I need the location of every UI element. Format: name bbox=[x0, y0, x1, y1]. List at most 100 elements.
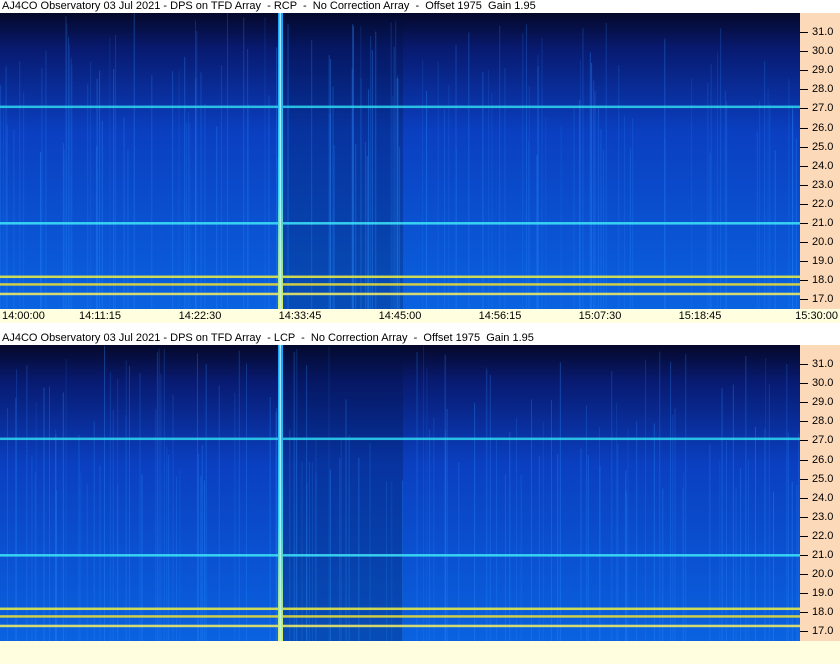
frequency-tick-label: 29.0 bbox=[812, 64, 834, 77]
frequency-tick bbox=[800, 364, 808, 366]
noise-streak bbox=[433, 417, 435, 641]
noise-streak bbox=[370, 36, 372, 309]
frequency-tick bbox=[800, 497, 808, 499]
noise-streak bbox=[748, 459, 750, 641]
noise-streak bbox=[340, 438, 342, 641]
noise-streak bbox=[468, 32, 470, 309]
noise-streak bbox=[287, 24, 289, 309]
noise-streak bbox=[617, 444, 619, 641]
frequency-tick bbox=[800, 459, 808, 461]
noise-streak bbox=[220, 65, 222, 309]
frequency-tick-label: 26.0 bbox=[812, 121, 834, 134]
noise-streak bbox=[339, 457, 341, 641]
noise-streak bbox=[489, 375, 491, 641]
noise-streak bbox=[115, 34, 117, 309]
noise-streak bbox=[662, 488, 664, 641]
noise-streak bbox=[422, 59, 424, 309]
noise-streak bbox=[537, 65, 539, 309]
time-tick-label: 14:00:00 bbox=[2, 310, 45, 322]
time-tick-label: 14:45:00 bbox=[378, 310, 422, 322]
panel-title: AJ4CO Observatory 03 Jul 2021 - DPS on T… bbox=[2, 332, 534, 344]
frequency-tick-label: 24.0 bbox=[812, 491, 834, 504]
frequency-tick bbox=[800, 127, 808, 129]
noise-streak bbox=[109, 37, 111, 309]
noise-streak bbox=[243, 17, 245, 309]
noise-streak bbox=[68, 37, 70, 309]
noise-streak bbox=[133, 13, 135, 309]
noise-streak bbox=[582, 28, 584, 309]
frequency-tick-label: 22.0 bbox=[812, 529, 834, 542]
noise-streak bbox=[41, 67, 43, 309]
noise-streak bbox=[437, 61, 439, 309]
noise-streak bbox=[786, 363, 788, 641]
noise-streak bbox=[328, 346, 330, 641]
noise-streak bbox=[352, 24, 354, 309]
frequency-tick-label: 26.0 bbox=[812, 453, 834, 466]
noise-streak bbox=[579, 60, 581, 309]
frequency-tick bbox=[800, 516, 808, 518]
noise-streak bbox=[129, 365, 131, 641]
noise-streak bbox=[19, 60, 21, 309]
noise-streak bbox=[685, 354, 687, 641]
noise-streak bbox=[772, 491, 774, 641]
noise-streak bbox=[293, 351, 295, 641]
noise-streak bbox=[764, 61, 766, 309]
noise-streak bbox=[99, 465, 101, 641]
noise-streak bbox=[172, 394, 174, 641]
noise-streak bbox=[31, 455, 33, 641]
noise-streak bbox=[68, 44, 70, 309]
noise-streak bbox=[198, 453, 200, 641]
interference-line bbox=[0, 607, 800, 611]
time-tick-label: 15:18:45 bbox=[678, 310, 722, 322]
noise-streak bbox=[551, 399, 553, 641]
noise-streak bbox=[560, 126, 562, 309]
interference-line bbox=[0, 283, 800, 286]
spectrogram-panel-rcp: AJ4CO Observatory 03 Jul 2021 - DPS on T… bbox=[0, 0, 840, 323]
frequency-tick-label: 31.0 bbox=[812, 26, 834, 39]
post-burst-dimming bbox=[283, 345, 403, 641]
interference-line bbox=[0, 292, 800, 296]
noise-streak bbox=[168, 454, 170, 641]
interference-line bbox=[0, 554, 800, 557]
noise-streak bbox=[369, 442, 371, 641]
noise-streak bbox=[397, 78, 399, 309]
noise-streak bbox=[196, 353, 198, 641]
noise-streak bbox=[78, 435, 80, 641]
noise-streak bbox=[721, 388, 723, 641]
noise-streak bbox=[189, 122, 191, 309]
frequency-tick-label: 20.0 bbox=[812, 568, 834, 581]
noise-streak bbox=[345, 399, 347, 641]
broadband-burst-core bbox=[279, 13, 281, 309]
noise-streak bbox=[443, 109, 445, 309]
noise-streak bbox=[448, 85, 450, 309]
spectrogram-panel-lcp: AJ4CO Observatory 03 Jul 2021 - DPS on T… bbox=[0, 332, 840, 664]
frequency-tick-label: 30.0 bbox=[812, 45, 834, 58]
noise-streak bbox=[330, 59, 332, 309]
noise-streak bbox=[732, 384, 734, 641]
noise-streak bbox=[238, 350, 240, 641]
noise-streak bbox=[16, 369, 18, 641]
noise-streak bbox=[444, 354, 446, 641]
noise-streak bbox=[756, 131, 758, 309]
noise-streak bbox=[423, 345, 425, 641]
frequency-tick bbox=[800, 383, 808, 385]
noise-streak bbox=[66, 23, 68, 309]
noise-streak bbox=[201, 445, 203, 641]
noise-streak bbox=[632, 117, 634, 309]
noise-streak bbox=[589, 52, 591, 309]
interference-line bbox=[0, 275, 800, 279]
noise-streak bbox=[151, 75, 153, 309]
frequency-tick-label: 23.0 bbox=[812, 178, 834, 191]
frequency-tick-label: 24.0 bbox=[812, 159, 834, 172]
spectrogram-plot bbox=[0, 13, 800, 309]
frequency-tick-label: 25.0 bbox=[812, 140, 834, 153]
noise-streak bbox=[0, 85, 2, 309]
noise-streak bbox=[109, 372, 111, 641]
time-tick-label: 14:56:15 bbox=[478, 310, 522, 322]
frequency-tick-label: 21.0 bbox=[812, 217, 834, 230]
frequency-tick bbox=[800, 574, 808, 576]
noise-streak bbox=[90, 61, 92, 309]
frequency-tick bbox=[800, 440, 808, 442]
noise-streak bbox=[71, 65, 73, 309]
frequency-tick bbox=[800, 631, 808, 633]
